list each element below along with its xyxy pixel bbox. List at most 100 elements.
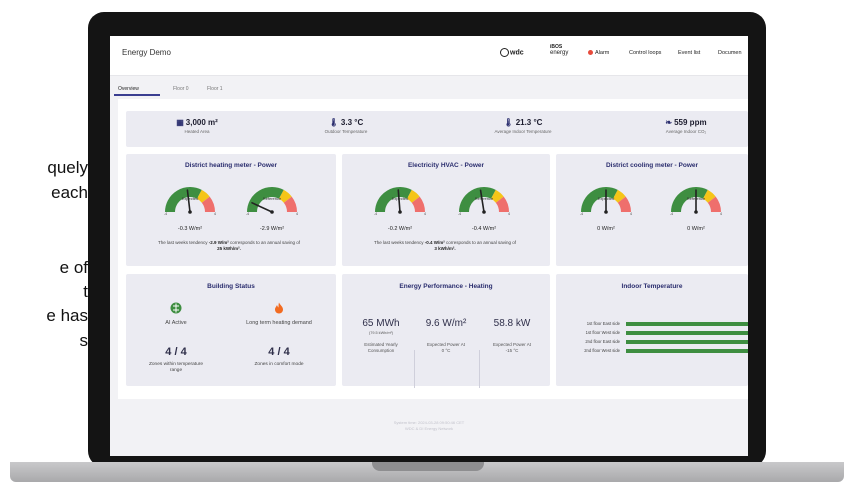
app-title: Energy Demo [122, 48, 171, 57]
footer-line-1: System time: 2024-03-28 09:50:46 CET [393, 420, 465, 425]
zones-temp-label-2: range [169, 368, 183, 373]
gauge-reference-value: 0 W/m² [687, 226, 705, 232]
power-at-0c-value: 9.6 W/m² [425, 318, 467, 329]
side-text-line: each [51, 183, 88, 202]
flame-icon [275, 302, 283, 314]
building-icon: ▦ [176, 118, 184, 127]
gauge-reference: Reference -4 4 [246, 187, 298, 216]
power-at-minus15c-label-1: Expected Power At [492, 342, 532, 347]
card-title: Indoor Temperature [621, 283, 683, 290]
energy-performance-card: Energy Performance - Heating 65 MWh (79.… [342, 274, 550, 386]
card-title: Electricity HVAC - Power [407, 162, 485, 169]
zones-comfort-label: Zones in comfort mode [254, 362, 304, 367]
gauge-needle-hub [398, 210, 402, 214]
power-at-minus15c-label: Expected Power At -15 °C [480, 342, 544, 354]
gauge-max-tick: 4 [630, 212, 632, 216]
electricity-hvac-card: Electricity HVAC - Power Expected -4 4 Ref… [342, 154, 550, 266]
gauge-max-tick: 4 [720, 212, 722, 216]
gauge-expected-value: -0.2 W/m² [387, 226, 413, 232]
power-at-0c-label-1: Expected Power At [426, 342, 466, 347]
zones-temp-label-1: Zones within temperature [148, 362, 204, 367]
kpi-co2-label: Average Indoor CO₂ [665, 129, 707, 134]
nav-documents[interactable]: Documen [718, 50, 742, 56]
wdc-logo-text: wdc [510, 49, 524, 57]
zones-temp-value: 4 / 4 [165, 346, 187, 358]
gauge-max-tick: 4 [424, 212, 426, 216]
side-text-line: quely [47, 158, 88, 177]
gauge-green-segment [459, 187, 496, 213]
gauge-red-segment [283, 196, 297, 213]
gauge-min-tick: -4 [246, 212, 249, 216]
gauge-yellow-segment [406, 189, 420, 203]
kpi-outdoor-temp: 🌡︎ 3.3 °C Outdoor Temperature [296, 118, 396, 134]
leaf-icon: ❧ [665, 118, 673, 127]
gauge-label: Expected [392, 196, 409, 201]
gauge-red-segment [617, 196, 631, 213]
gauge-needle-hub [694, 210, 698, 214]
active-tab-indicator [114, 94, 160, 96]
temp-row-label: 1st floor East side [586, 321, 620, 326]
building-status-card: Building Status AI Active Long term heat… [126, 274, 336, 386]
card-title: District heating meter - Power [184, 162, 278, 169]
nav-alarm[interactable]: Alarm [588, 50, 609, 56]
heating-demand-label: Long term heating demand [246, 320, 312, 326]
power-at-minus15c-value: 58.8 kW [493, 318, 531, 329]
thermometer-icon: 🌡︎ [503, 118, 514, 127]
tendency-value: 25 kWh/m². [217, 246, 241, 251]
tendency-pre: The last weeks tendency [157, 240, 209, 245]
indoor-temperature-card: Indoor Temperature 1st floor East side 1… [556, 274, 748, 386]
tendency-post: corresponds to an annual saving of [228, 240, 301, 245]
tab-floor-0[interactable]: Floor 0 [173, 86, 189, 92]
gauge-min-tick: -4 [164, 212, 167, 216]
slide-stage: quely each e of t e has s Energy Demo wd… [0, 0, 844, 484]
gauge-reference: Reference -4 4 [458, 187, 510, 216]
kpi-heated-area: ▦ 3,000 m² Heated Area [162, 118, 232, 134]
side-text-line: e has [46, 306, 88, 325]
gauge-max-tick: 4 [214, 212, 216, 216]
gauge-red-segment [495, 196, 509, 213]
yearly-consumption-label-1: Estimated Yearly [364, 342, 398, 347]
district-cooling-card: District cooling meter - Power Expected-… [556, 154, 748, 266]
gauge-yellow-segment [278, 189, 292, 203]
gauge-needle-hub [482, 210, 486, 214]
gauge-min-tick: -4 [580, 212, 583, 216]
tendency-text: The last weeks tendency -2.9 W/m² corres… [134, 240, 324, 252]
yearly-consumption-value: 65 MWh [362, 318, 400, 329]
thermometer-icon: 🌡︎ [328, 118, 339, 127]
temp-row-label: 1st floor West side [585, 330, 620, 335]
card-title: Energy Performance - Heating [399, 283, 493, 290]
gauge-max-tick: 4 [296, 212, 298, 216]
tab-floor-1[interactable]: Floor 1 [207, 86, 223, 92]
kpi-heated-area-label: Heated Area [184, 129, 210, 134]
power-at-0c-label-2: 0 °C [441, 348, 451, 353]
gauge-red-segment [707, 196, 721, 213]
gauge-needle-hub [188, 210, 192, 214]
gauge-min-tick: -4 [670, 212, 673, 216]
gauge-expected: Expected-44 [164, 187, 216, 216]
gauge-label: Reference [475, 196, 494, 201]
wdc-logo-icon [500, 48, 509, 57]
tab-overview[interactable]: Overview [118, 86, 139, 92]
tendency-value: 3 kWh/m². [434, 246, 456, 251]
kpi-outdoor-temp-label: Outdoor Temperature [324, 129, 368, 134]
perf-divider [479, 350, 480, 388]
kpi-indoor-temp-label: Average Indoor Temperature [494, 129, 552, 134]
tendency-post: corresponds to an annual saving of [444, 240, 517, 245]
wdc-logo: wdc [500, 48, 524, 57]
gauge-red-segment [411, 196, 425, 213]
nav-alarm-label: Alarm [595, 50, 610, 56]
gauge-needle-hub [270, 210, 274, 214]
gauge-expected: Expected-44 [580, 187, 632, 216]
gauge-label: Reference [263, 196, 282, 201]
kpi-indoor-temp-value: 21.3 °C [515, 118, 543, 127]
ai-brain-icon [170, 302, 182, 314]
gauge-reference-value: -2.9 W/m² [259, 226, 285, 232]
laptop-notch [372, 462, 484, 471]
kpi-outdoor-temp-value: 3.3 °C [340, 118, 364, 127]
nav-event-list[interactable]: Event list [678, 50, 700, 56]
card-title: District cooling meter - Power [605, 162, 699, 169]
nav-control-loops[interactable]: Control loops [629, 50, 661, 56]
gauge-expected-value: 0 W/m² [597, 226, 615, 232]
ai-active-label: AI Active [165, 320, 187, 326]
footer-line-2: WDC & DI Energy Network [404, 426, 453, 431]
